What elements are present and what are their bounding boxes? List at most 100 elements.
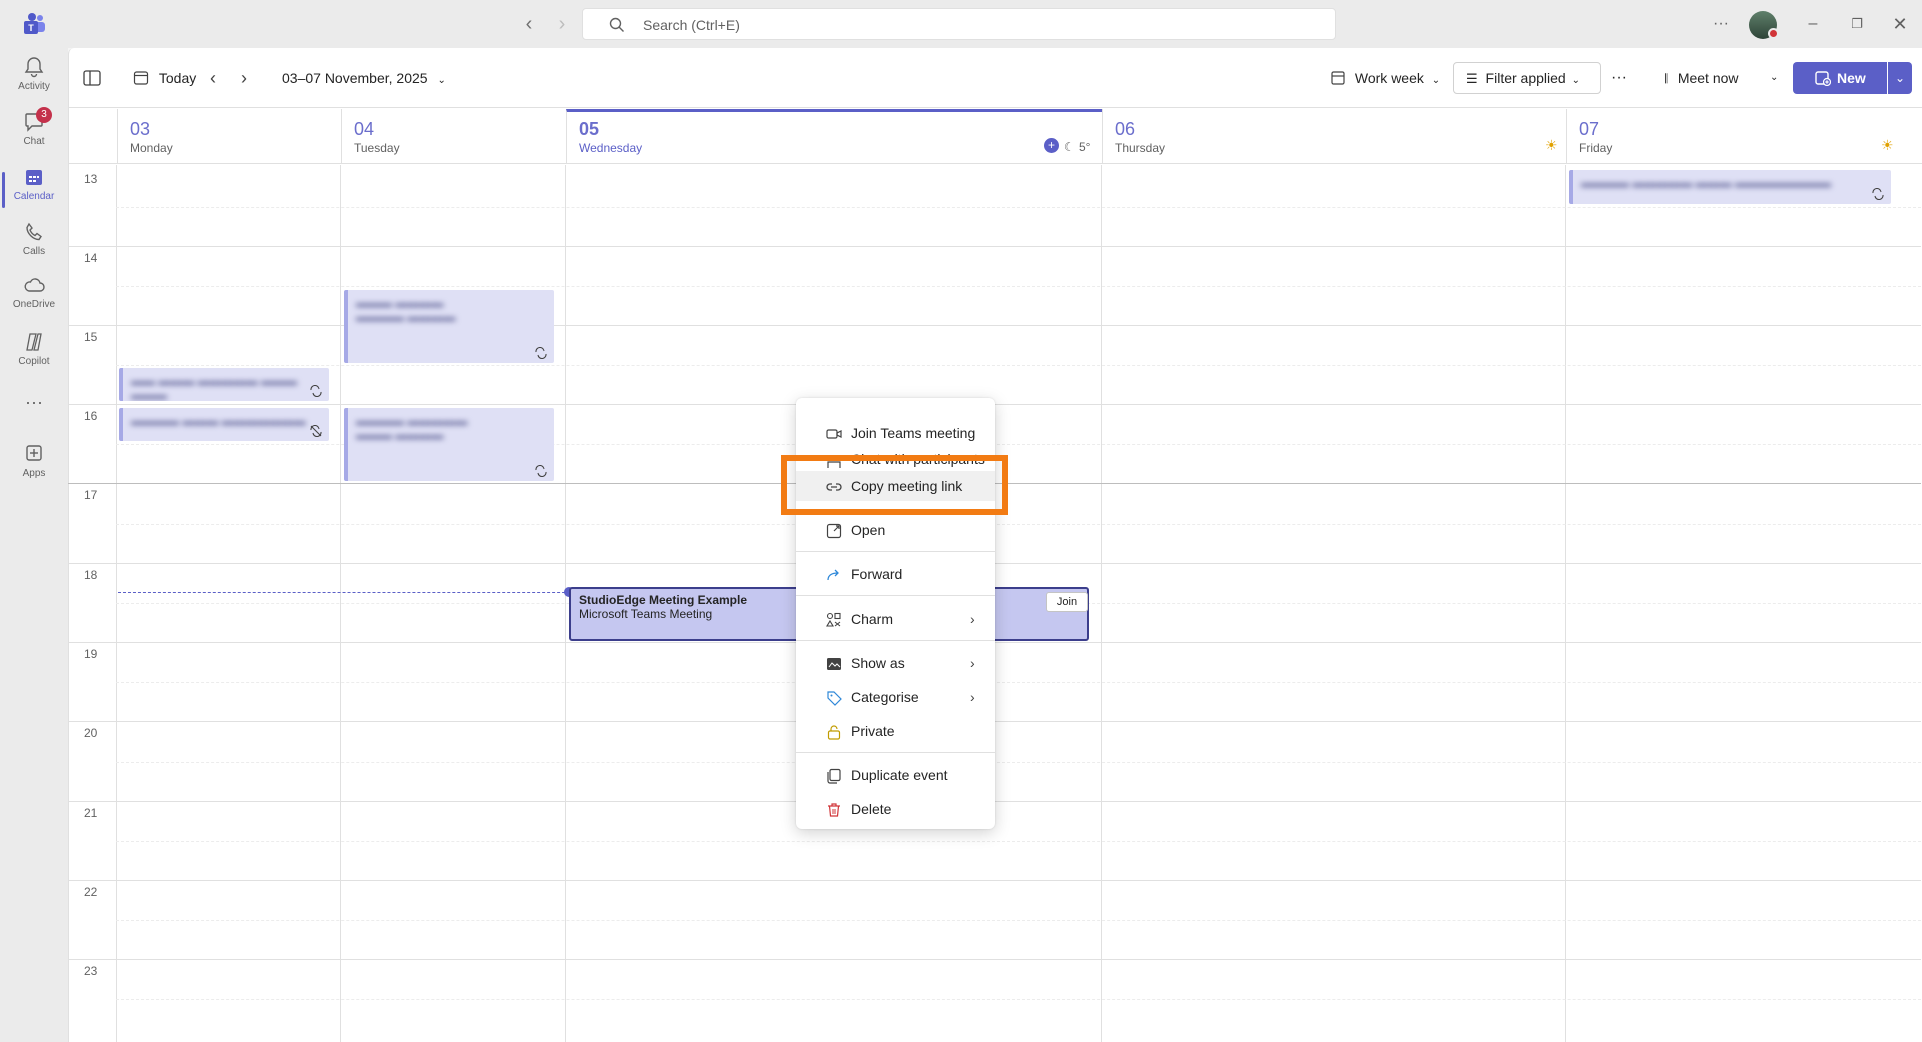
more-options-icon[interactable]: ··· — [1611, 66, 1627, 90]
tag-icon — [827, 691, 842, 706]
teams-app-window: T ‹ › Search (Ctrl+E) ··· – ❐ ✕ Activity… — [0, 0, 1922, 1042]
recurring-icon — [1872, 188, 1884, 200]
calendar-event-blurred[interactable]: ▬▬▬▬ ▬▬▬▬▬ ▬▬▬ ▬▬▬▬▬▬▬▬ — [1569, 170, 1891, 204]
chevron-right-icon: › — [970, 655, 975, 671]
show-as-icon — [827, 658, 841, 670]
half-hour-line — [116, 762, 1921, 763]
half-hour-line — [116, 999, 1921, 1000]
sun-icon: ☀ — [1545, 137, 1558, 153]
close-icon[interactable]: ✕ — [1888, 12, 1912, 36]
menu-item-duplicate-event[interactable]: Duplicate event — [796, 760, 995, 790]
rail-item-calls[interactable]: Calls — [0, 221, 68, 271]
day-header-friday[interactable]: 07 Friday ☀ — [1566, 109, 1922, 164]
menu-label: Join Teams meeting — [851, 425, 976, 441]
hour-line — [68, 959, 1921, 960]
view-label: Work week — [1354, 70, 1424, 86]
date-range-picker[interactable]: 03–07 November, 2025 ⌄ — [282, 66, 446, 90]
filter-icon: ☰ — [1466, 71, 1478, 86]
search-icon — [609, 17, 624, 32]
meet-now-icon: 𝄃 — [1665, 71, 1668, 86]
open-icon — [826, 523, 842, 539]
event-title: StudioEdge Meeting Example — [579, 593, 748, 607]
back-arrow-icon[interactable]: ‹ — [517, 12, 541, 36]
hour-line — [68, 880, 1921, 881]
meet-now-dropdown-icon[interactable]: ⌄ — [1770, 66, 1778, 90]
menu-item-chat-with-participants[interactable]: Chat with participants — [796, 452, 995, 468]
link-icon — [826, 483, 842, 491]
search-box[interactable]: Search (Ctrl+E) — [582, 8, 1336, 40]
teams-logo-icon[interactable]: T — [20, 12, 48, 36]
day-header-wednesday[interactable]: 05 Wednesday + ☾ 5° — [566, 109, 1102, 164]
menu-divider — [796, 640, 995, 641]
half-hour-line — [116, 286, 1921, 287]
hour-label: 13 — [84, 172, 98, 186]
calendar-event-blurred[interactable]: ▬▬ ▬▬▬ ▬▬▬▬▬ ▬▬▬ ▬▬▬ — [119, 368, 329, 401]
next-week-icon[interactable]: › — [241, 66, 247, 90]
more-apps-icon[interactable]: ··· — [0, 393, 68, 420]
hour-label: 18 — [84, 568, 98, 582]
day-number: 05 — [579, 119, 600, 139]
day-name: Monday — [130, 141, 173, 155]
restore-icon[interactable]: ❐ — [1845, 12, 1869, 36]
search-placeholder: Search (Ctrl+E) — [643, 17, 740, 33]
bell-icon — [24, 57, 44, 78]
calendar-icon — [26, 170, 42, 185]
menu-label: Categorise — [851, 689, 919, 705]
half-hour-line — [116, 920, 1921, 921]
menu-item-forward[interactable]: Forward — [796, 559, 995, 589]
cloud-icon — [24, 278, 45, 292]
rail-label-apps: Apps — [22, 468, 46, 479]
calendar-today-icon — [133, 71, 149, 85]
meet-now-label: Meet now — [1677, 70, 1739, 86]
menu-item-copy-meeting-link[interactable]: Copy meeting link — [796, 471, 995, 501]
view-switcher[interactable]: Work week ⌄ — [1331, 66, 1440, 90]
rail-item-copilot[interactable]: Copilot — [0, 331, 68, 381]
menu-item-delete[interactable]: Delete — [796, 794, 995, 824]
rail-item-chat[interactable]: 3 Chat — [0, 107, 68, 161]
menu-label: Charm — [851, 611, 894, 627]
menu-item-open[interactable]: Open — [796, 515, 995, 545]
filter-button[interactable]: ☰ Filter applied ⌄ — [1453, 62, 1601, 94]
svg-text:T: T — [28, 23, 34, 33]
add-circle-icon[interactable]: + — [1044, 138, 1059, 153]
previous-week-icon[interactable]: ‹ — [210, 66, 216, 90]
menu-item-charm[interactable]: Charm › — [796, 604, 995, 634]
meet-now-button[interactable]: 𝄃 Meet now — [1665, 66, 1739, 90]
rail-item-apps[interactable]: Apps — [0, 443, 68, 493]
today-label: Today — [158, 70, 197, 86]
day-header-monday[interactable]: 03 Monday — [117, 109, 341, 164]
join-button[interactable]: Join — [1046, 592, 1088, 612]
half-hour-line — [116, 365, 1921, 366]
work-week-icon — [1331, 71, 1345, 85]
rail-label-activity: Activity — [18, 81, 50, 92]
calendar-event-blurred[interactable]: ▬▬▬ ▬▬▬▬ ▬▬▬▬ ▬▬▬▬ — [344, 290, 554, 363]
chevron-right-icon: › — [970, 689, 975, 705]
forward-arrow-icon[interactable]: › — [550, 12, 574, 36]
menu-item-categorise[interactable]: Categorise › — [796, 682, 995, 712]
day-header-tuesday[interactable]: 04 Tuesday — [341, 109, 566, 164]
calendar-event-blurred[interactable]: ▬▬▬▬ ▬▬▬ ▬▬▬▬▬▬▬ — [119, 408, 329, 441]
rail-item-onedrive[interactable]: OneDrive — [0, 276, 68, 326]
sidebar-toggle-icon[interactable] — [83, 70, 101, 86]
minimize-icon[interactable]: – — [1801, 12, 1825, 36]
day-header-thursday[interactable]: 06 Thursday ☀ — [1102, 109, 1566, 164]
day-number: 04 — [354, 119, 375, 139]
new-meeting-button[interactable]: New — [1793, 62, 1887, 94]
more-options-icon[interactable]: ··· — [1709, 12, 1733, 36]
charm-icon — [826, 612, 841, 627]
menu-item-private[interactable]: Private — [796, 716, 995, 746]
new-dropdown-icon[interactable]: ⌄ — [1888, 62, 1912, 94]
event-text-blurred: ▬▬▬ ▬▬▬▬ ▬▬▬▬ ▬▬▬▬ — [356, 296, 456, 324]
rail-item-calendar[interactable]: Calendar — [0, 166, 68, 216]
rail-item-activity[interactable]: Activity — [0, 56, 68, 106]
today-button[interactable]: Today — [133, 66, 196, 90]
active-indicator — [2, 172, 5, 208]
recurring-icon — [535, 347, 547, 359]
menu-item-show-as[interactable]: Show as › — [796, 648, 995, 678]
lock-icon — [827, 725, 841, 740]
chevron-right-icon: › — [970, 611, 975, 627]
hour-label: 22 — [84, 885, 98, 899]
menu-item-join-teams-meeting[interactable]: Join Teams meeting — [796, 418, 995, 448]
day-number: 03 — [130, 119, 151, 139]
calendar-event-blurred[interactable]: ▬▬▬▬ ▬▬▬▬▬ ▬▬▬ ▬▬▬▬ — [344, 408, 554, 481]
